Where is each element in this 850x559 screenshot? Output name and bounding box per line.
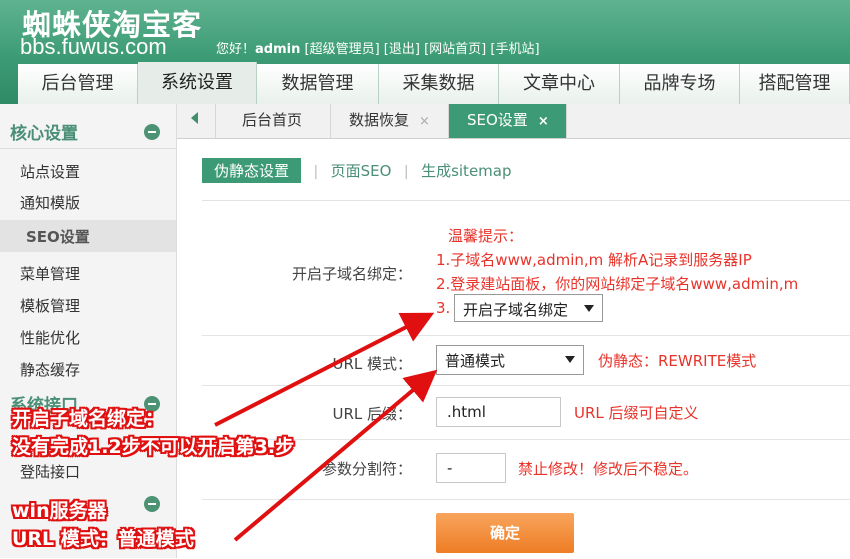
annotation-note-2-line-1: win服务器 [12, 500, 107, 522]
annotation-note-1-line-2: 没有完成1.2步不可以开启第3.步 [12, 436, 295, 458]
arrow-to-url-mode-select [233, 369, 438, 542]
annotation-arrows [214, 312, 438, 542]
annotation-note-1-line-1: 开启子域名绑定： [12, 408, 165, 430]
annotation-note-2-line-2: URL 模式：普通模式 [12, 528, 194, 550]
